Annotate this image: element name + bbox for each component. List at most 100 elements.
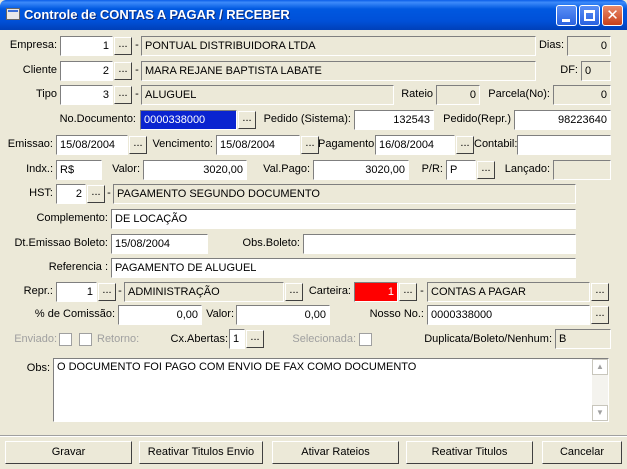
pr-input[interactable]: P	[446, 160, 476, 180]
retorno-checkbox[interactable]	[79, 333, 92, 346]
cx-abertas-input[interactable]: 1	[229, 329, 245, 349]
hst-label: HST:	[29, 187, 53, 199]
referencia-input[interactable]: PAGAMENTO DE ALUGUEL	[111, 258, 576, 278]
repr-name-field: ADMINISTRAÇÃO	[124, 282, 284, 302]
close-button[interactable]: ✕	[602, 5, 623, 26]
valor-comissao-input[interactable]: 0,00	[236, 305, 330, 325]
cliente-separator: -	[135, 64, 139, 76]
window-title: Controle de CONTAS A PAGAR / RECEBER	[24, 7, 290, 22]
tipo-code-input[interactable]: 3	[60, 85, 113, 105]
reativar-titulos-button[interactable]: Reativar Titulos	[406, 441, 533, 464]
app-window: Controle de CONTAS A PAGAR / RECEBER ✕ E…	[0, 0, 627, 469]
parcela-field: 0	[553, 85, 611, 105]
valor-input[interactable]: 3020,00	[143, 160, 247, 180]
emissao-lookup-button[interactable]: ...	[129, 136, 147, 154]
gravar-button[interactable]: Gravar	[5, 441, 132, 464]
pagamento-label: Pagamento:	[318, 138, 378, 150]
tipo-lookup-button[interactable]: ...	[114, 86, 132, 104]
pagamento-lookup-button[interactable]: ...	[456, 136, 474, 154]
duplicata-label: Duplicata/Boleto/Nenhum:	[424, 333, 552, 345]
obs-text: O DOCUMENTO FOI PAGO COM ENVIO DE FAX CO…	[57, 361, 417, 373]
obs-boleto-input[interactable]	[303, 234, 576, 254]
repr-name-lookup-button[interactable]: ...	[285, 283, 303, 301]
minimize-icon	[562, 19, 570, 22]
empresa-lookup-button[interactable]: ...	[114, 37, 132, 55]
cancelar-button[interactable]: Cancelar	[542, 441, 622, 464]
obs-memo[interactable]: O DOCUMENTO FOI PAGO COM ENVIO DE FAX CO…	[53, 358, 609, 422]
contabil-input[interactable]	[517, 135, 611, 155]
empresa-separator: -	[135, 39, 139, 51]
hst-lookup-button[interactable]: ...	[87, 185, 105, 203]
referencia-label: Referencia :	[48, 261, 108, 273]
minimize-button[interactable]	[556, 5, 577, 26]
df-field: 0	[581, 61, 611, 81]
enviado-label: Enviado:	[14, 333, 57, 345]
rateio-label: Rateio	[401, 88, 433, 100]
hst-separator: -	[107, 187, 111, 199]
carteira-separator: -	[420, 285, 424, 297]
valor-comissao-label: Valor:	[206, 308, 234, 320]
vencimento-input[interactable]: 15/08/2004	[216, 135, 300, 155]
cx-abertas-lookup-button[interactable]: ...	[246, 330, 264, 348]
cliente-label: Cliente	[22, 64, 57, 76]
pr-lookup-button[interactable]: ...	[477, 161, 495, 179]
dias-field: 0	[567, 36, 611, 56]
title-bar[interactable]: Controle de CONTAS A PAGAR / RECEBER ✕	[0, 0, 627, 30]
empresa-code-input[interactable]: 1	[60, 36, 113, 56]
dt-emissao-boleto-label: Dt.Emissao Boleto:	[14, 237, 108, 249]
carteira-label: Carteira:	[308, 285, 351, 297]
carteira-name-lookup-button[interactable]: ...	[591, 283, 609, 301]
cx-abertas-label: Cx.Abertas:	[170, 333, 228, 345]
contabil-label: Contabil:	[474, 138, 518, 150]
obs-boleto-label: Obs.Boleto:	[242, 237, 300, 249]
ativar-rateios-button[interactable]: Ativar Rateios	[272, 441, 399, 464]
enviado-checkbox[interactable]	[59, 333, 72, 346]
indx-label: Indx.:	[26, 163, 53, 175]
indx-input[interactable]: R$	[56, 160, 102, 180]
selecionada-checkbox[interactable]	[359, 333, 372, 346]
carteira-code-input[interactable]: 1	[354, 282, 398, 302]
cliente-code-input[interactable]: 2	[60, 61, 113, 81]
pedido-sistema-input[interactable]: 132543	[354, 110, 434, 130]
val-pago-input[interactable]: 3020,00	[313, 160, 409, 180]
cliente-lookup-button[interactable]: ...	[114, 62, 132, 80]
df-label: DF:	[560, 64, 578, 76]
lancado-field	[553, 160, 611, 180]
hst-code-input[interactable]: 2	[56, 184, 86, 204]
emissao-input[interactable]: 15/08/2004	[56, 135, 128, 155]
nosso-no-input[interactable]: 0000338000	[427, 305, 590, 325]
carteira-lookup-button[interactable]: ...	[399, 283, 417, 301]
tipo-name-field: ALUGUEL	[141, 85, 394, 105]
repr-code-input[interactable]: 1	[56, 282, 97, 302]
lancado-label: Lançado:	[504, 163, 550, 175]
rateio-field: 0	[436, 85, 480, 105]
obs-scrollbar[interactable]: ▲ ▼	[592, 359, 608, 421]
pagamento-input[interactable]: 16/08/2004	[375, 135, 455, 155]
pedido-repr-input[interactable]: 98223640	[514, 110, 611, 130]
empresa-name-field: PONTUAL DISTRIBUIDORA LTDA	[141, 36, 536, 56]
complemento-input[interactable]: DE LOCAÇÃO	[111, 209, 576, 229]
no-documento-lookup-button[interactable]: ...	[238, 111, 256, 129]
emissao-label: Emissao:	[7, 138, 53, 150]
retorno-label: Retorno:	[97, 333, 140, 345]
pedido-repr-label: Pedido(Repr.)	[443, 113, 511, 125]
maximize-button[interactable]	[579, 5, 600, 26]
parcela-label: Parcela(No):	[488, 88, 550, 100]
repr-lookup-button[interactable]: ...	[98, 283, 116, 301]
vencimento-lookup-button[interactable]: ...	[301, 136, 319, 154]
duplicata-field: B	[555, 329, 611, 349]
reativar-titulos-envio-button[interactable]: Reativar Titulos Envio	[139, 441, 263, 464]
empresa-label: Empresa:	[9, 39, 57, 51]
hst-name-field: PAGAMENTO SEGUNDO DOCUMENTO	[113, 184, 576, 204]
scroll-down-icon[interactable]: ▼	[592, 405, 608, 421]
no-documento-input[interactable]: 0000338000	[140, 110, 237, 130]
comissao-label: % de Comissão:	[34, 308, 115, 320]
scroll-up-icon[interactable]: ▲	[592, 359, 608, 375]
button-bar-separator	[0, 435, 627, 437]
pedido-sistema-label: Pedido (Sistema):	[263, 113, 351, 125]
dt-emissao-boleto-input[interactable]: 15/08/2004	[111, 234, 208, 254]
vencimento-label: Vencimento:	[152, 138, 213, 150]
selecionada-label: Selecionada:	[292, 333, 356, 345]
nosso-no-lookup-button[interactable]: ...	[591, 306, 609, 324]
comissao-input[interactable]: 0,00	[118, 305, 202, 325]
